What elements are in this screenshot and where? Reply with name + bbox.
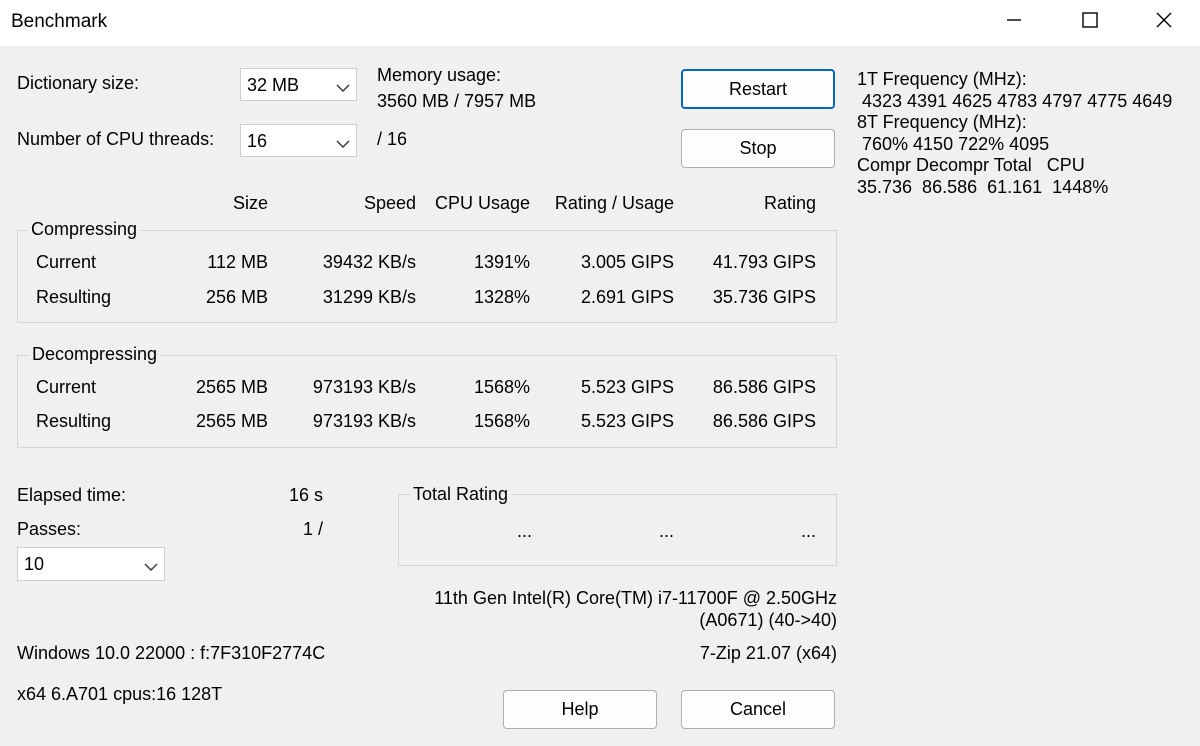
row-name: Current (36, 252, 97, 272)
header-rating: Rating (763, 193, 816, 213)
chevron-down-icon (336, 134, 350, 155)
cell-size: 2565 MB (195, 411, 268, 431)
total-rating-label: Total Rating (410, 484, 512, 505)
cell-rating: 86.586 GIPS (712, 411, 816, 431)
cell-rating-usage: 2.691 GIPS (580, 287, 674, 307)
cell-rating-usage: 5.523 GIPS (580, 377, 674, 397)
elapsed-time-label: Elapsed time: (17, 485, 127, 505)
cpu-threads-select[interactable]: 16 (240, 124, 357, 157)
cell-cpu-usage: 1568% (473, 411, 530, 431)
cell-rating: 35.736 GIPS (712, 287, 816, 307)
memory-usage-value: 3560 MB / 7957 MB (377, 91, 537, 111)
freq-1t-label: 1T Frequency (MHz): (857, 69, 1027, 89)
freq-1t-values: 4323 4391 4625 4783 4797 4775 4649 (857, 91, 1173, 111)
passes-value: 1 / (302, 519, 323, 539)
cell-rating: 86.586 GIPS (712, 377, 816, 397)
header-size: Size (232, 193, 268, 213)
arch-info: x64 6.A701 cpus:16 128T (17, 684, 223, 704)
passes-select[interactable]: 10 (17, 547, 165, 581)
cell-size: 256 MB (205, 287, 268, 307)
cell-speed: 973193 KB/s (312, 377, 416, 397)
summary-values: 35.736 86.586 61.161 1448% (857, 177, 1109, 197)
dictionary-size-select[interactable]: 32 MB (240, 68, 357, 101)
cell-speed: 39432 KB/s (322, 252, 416, 272)
dictionary-size-label: Dictionary size: (17, 73, 140, 93)
compressing-group (17, 230, 837, 323)
memory-usage-label: Memory usage: (377, 65, 502, 85)
stop-button[interactable]: Stop (681, 129, 835, 168)
minimize-icon (1005, 11, 1023, 34)
cpu-threads-label: Number of CPU threads: (17, 129, 215, 149)
cell-rating-usage: 3.005 GIPS (580, 252, 674, 272)
maximize-button[interactable] (1052, 0, 1128, 44)
windows-version: Windows 10.0 22000 : f:7F310F2774C (17, 643, 326, 663)
title-bar: Benchmark (0, 0, 1200, 46)
close-button[interactable] (1126, 0, 1200, 44)
cell-rating-usage: 5.523 GIPS (580, 411, 674, 431)
compressing-label: Compressing (28, 219, 141, 240)
cell-cpu-usage: 1568% (473, 377, 530, 397)
row-name: Resulting (36, 411, 112, 431)
total-rating-value: ... (658, 521, 674, 541)
minimize-button[interactable] (976, 0, 1052, 44)
passes-label: Passes: (17, 519, 82, 539)
zip-version: 7-Zip 21.07 (x64) (699, 643, 837, 663)
cpu-threads-value: 16 (247, 131, 268, 151)
cell-size: 112 MB (207, 252, 268, 272)
cpu-id: (A0671) (40->40) (699, 610, 837, 630)
help-button[interactable]: Help (503, 690, 657, 729)
decompressing-group (17, 355, 837, 448)
header-rating-usage: Rating / Usage (554, 193, 674, 213)
cancel-button[interactable]: Cancel (681, 690, 835, 729)
summary-header: Compr Decompr Total CPU (857, 155, 1085, 175)
cell-cpu-usage: 1391% (473, 252, 530, 272)
close-icon (1155, 11, 1173, 34)
maximize-icon (1081, 11, 1099, 34)
header-cpu-usage: CPU Usage (434, 193, 530, 213)
elapsed-time-value: 16 s (288, 485, 323, 505)
decompressing-label: Decompressing (29, 344, 161, 365)
cell-speed: 973193 KB/s (312, 411, 416, 431)
cell-speed: 31299 KB/s (322, 287, 416, 307)
total-rating-value: ... (800, 521, 816, 541)
row-name: Current (36, 377, 97, 397)
cell-size: 2565 MB (195, 377, 268, 397)
header-speed: Speed (363, 193, 416, 213)
cpu-threads-max: / 16 (377, 129, 408, 149)
total-rating-value: ... (516, 521, 532, 541)
chevron-down-icon (336, 78, 350, 99)
cell-rating: 41.793 GIPS (712, 252, 816, 272)
cpu-name: 11th Gen Intel(R) Core(TM) i7-11700F @ 2… (434, 588, 837, 608)
window-title: Benchmark (11, 11, 108, 32)
passes-select-value: 10 (24, 554, 45, 574)
chevron-down-icon (144, 557, 158, 578)
dictionary-size-value: 32 MB (247, 75, 300, 95)
restart-button[interactable]: Restart (681, 69, 835, 109)
freq-8t-label: 8T Frequency (MHz): (857, 112, 1027, 132)
cell-cpu-usage: 1328% (473, 287, 530, 307)
row-name: Resulting (36, 287, 112, 307)
freq-8t-values: 760% 4150 722% 4095 (857, 134, 1050, 154)
